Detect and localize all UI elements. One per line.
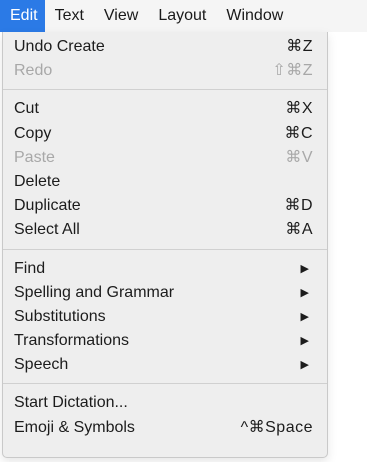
menu-item-shortcut: ⌘Z xyxy=(286,38,313,55)
menu-item-shortcut: ⌘A xyxy=(285,221,313,239)
menu-item-substitutions[interactable]: Substitutions ▶ xyxy=(3,305,327,329)
menu-item-shortcut: ⌘D xyxy=(284,197,313,215)
menu-item-label: Undo Create xyxy=(14,38,105,55)
menu-item-label: Cut xyxy=(14,100,39,118)
menu-item-shortcut: ^⌘Space xyxy=(240,418,313,436)
menu-item-label: Transformations xyxy=(14,332,129,350)
menu-separator xyxy=(3,248,327,250)
menu-item-label: Spelling and Grammar xyxy=(14,283,175,301)
menu-item-find[interactable]: Find ▶ xyxy=(3,257,327,281)
menu-item-delete[interactable]: Delete xyxy=(3,170,327,194)
menu-item-paste: Paste ⌘V xyxy=(3,146,327,170)
menu-item-redo: Redo ⇧⌘Z xyxy=(3,59,327,83)
menu-item-shortcut: ⇧⌘Z xyxy=(272,62,313,80)
menubar-layout[interactable]: Layout xyxy=(148,0,216,32)
submenu-arrow-icon: ▶ xyxy=(300,335,309,348)
menu-item-label: Start Dictation... xyxy=(14,394,128,412)
submenu-arrow-icon: ▶ xyxy=(300,359,309,372)
menu-item-transformations[interactable]: Transformations ▶ xyxy=(3,329,327,353)
menu-item-label: Speech xyxy=(14,356,69,374)
menu-item-label: Redo xyxy=(14,62,53,80)
menubar-window[interactable]: Window xyxy=(216,0,293,32)
submenu-arrow-icon: ▶ xyxy=(300,286,309,299)
menu-item-duplicate[interactable]: Duplicate ⌘D xyxy=(3,194,327,218)
menu-item-label: Substitutions xyxy=(14,307,106,325)
edit-menu-dropdown: Undo Create ⌘Z Redo ⇧⌘Z Cut ⌘X Copy ⌘C P… xyxy=(2,32,328,458)
menu-item-shortcut: ⌘X xyxy=(285,100,313,118)
menu-bar: Edit Text View Layout Window xyxy=(0,0,367,32)
menu-separator xyxy=(3,89,327,91)
submenu-arrow-icon: ▶ xyxy=(300,310,309,323)
menu-item-label: Emoji & Symbols xyxy=(14,418,135,436)
menu-item-start-dictation[interactable]: Start Dictation... xyxy=(3,391,327,415)
menu-item-label: Copy xyxy=(14,124,52,142)
menu-item-copy[interactable]: Copy ⌘C xyxy=(3,122,327,146)
menu-item-shortcut: ⌘C xyxy=(284,124,313,142)
menu-item-emoji-and-symbols[interactable]: Emoji & Symbols ^⌘Space xyxy=(3,416,327,440)
menu-item-speech[interactable]: Speech ▶ xyxy=(3,353,327,377)
menu-item-undo-create[interactable]: Undo Create ⌘Z xyxy=(3,35,327,59)
menu-item-spelling-and-grammar[interactable]: Spelling and Grammar ▶ xyxy=(3,281,327,305)
menu-separator xyxy=(3,383,327,385)
menu-item-select-all[interactable]: Select All ⌘A xyxy=(3,218,327,242)
menu-item-label: Select All xyxy=(14,221,80,239)
menu-item-label: Find xyxy=(14,259,46,277)
menubar-view[interactable]: View xyxy=(94,0,148,32)
menu-item-label: Duplicate xyxy=(14,197,81,215)
menubar-text[interactable]: Text xyxy=(45,0,94,32)
menu-item-label: Paste xyxy=(14,148,55,166)
menubar-edit[interactable]: Edit xyxy=(0,0,45,32)
submenu-arrow-icon: ▶ xyxy=(300,262,309,275)
menu-item-cut[interactable]: Cut ⌘X xyxy=(3,97,327,121)
menu-item-label: Delete xyxy=(14,172,61,190)
menu-item-shortcut: ⌘V xyxy=(285,148,313,166)
